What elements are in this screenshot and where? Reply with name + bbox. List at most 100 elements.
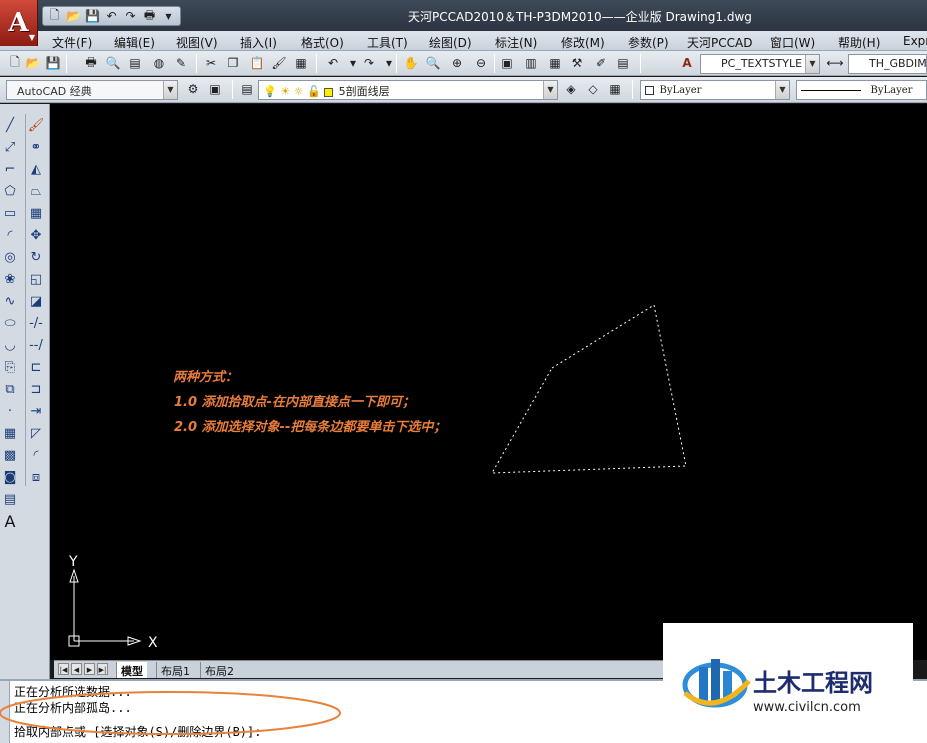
- workspace-settings-icon[interactable]: ⚙: [184, 80, 202, 98]
- app-menu-button[interactable]: A ▼: [0, 0, 38, 46]
- mirror-icon[interactable]: ◭: [26, 158, 46, 180]
- make-block-icon[interactable]: ⧉: [0, 378, 20, 400]
- stretch-icon[interactable]: ◪: [26, 290, 46, 312]
- sheet-set-icon[interactable]: ⚒: [568, 54, 586, 72]
- redo-icon[interactable]: ↷: [360, 54, 378, 72]
- menu-parametric[interactable]: 参数(P): [628, 34, 669, 51]
- menu-edit[interactable]: 编辑(E): [114, 34, 155, 51]
- dim-style-icon[interactable]: ⟷: [826, 54, 844, 72]
- chamfer-icon[interactable]: ◸: [26, 422, 46, 444]
- first-tab-icon[interactable]: |◀: [58, 663, 69, 675]
- menu-modify[interactable]: 修改(M): [561, 34, 605, 51]
- insert-block-icon[interactable]: ⎘: [0, 356, 20, 378]
- text-style-select[interactable]: PC_TEXTSTYLE ▼: [700, 54, 820, 74]
- array-icon[interactable]: ▦: [26, 202, 46, 224]
- prev-tab-icon[interactable]: ◀: [71, 663, 82, 675]
- linetype-select[interactable]: ByLayer: [796, 80, 927, 100]
- layer-properties-icon[interactable]: ▤: [238, 80, 256, 98]
- hatch-icon[interactable]: ▦: [0, 422, 20, 444]
- design-center-icon[interactable]: ▥: [522, 54, 540, 72]
- calculator-icon[interactable]: ▤: [614, 54, 632, 72]
- cut-icon[interactable]: ✂: [202, 54, 220, 72]
- menu-pccad[interactable]: 天河PCCAD: [687, 34, 752, 51]
- erase-icon[interactable]: 🖌: [26, 114, 46, 136]
- undo-icon[interactable]: ↶: [103, 8, 120, 24]
- dim-style-select[interactable]: TH_GBDIM: [848, 54, 927, 74]
- make-current-layer-icon[interactable]: ◈: [562, 80, 580, 98]
- zoom-previous-icon[interactable]: ⊖: [472, 54, 490, 72]
- copy-object-icon[interactable]: ⚭: [26, 136, 46, 158]
- menu-insert[interactable]: 插入(I): [240, 34, 277, 51]
- menu-express[interactable]: Expr: [903, 34, 927, 48]
- command-prompt[interactable]: 拾取内部点或 [选择对象(S)/删除边界(B)]:: [14, 723, 261, 740]
- rectangle-icon[interactable]: ▭: [0, 202, 20, 224]
- publish-icon[interactable]: ▤: [126, 54, 144, 72]
- redo-icon[interactable]: ↷: [122, 8, 139, 24]
- menu-help[interactable]: 帮助(H): [838, 34, 880, 51]
- block-editor-icon[interactable]: ▦: [292, 54, 310, 72]
- new-icon[interactable]: 🗋: [46, 8, 63, 24]
- undo-icon[interactable]: ↶: [324, 54, 342, 72]
- move-icon[interactable]: ✥: [26, 224, 46, 246]
- break-icon[interactable]: ⊐: [26, 378, 46, 400]
- break-at-point-icon[interactable]: ⊏: [26, 356, 46, 378]
- save-icon[interactable]: 💾: [44, 54, 62, 72]
- markup-icon[interactable]: ✐: [592, 54, 610, 72]
- menu-file[interactable]: 文件(F): [52, 34, 92, 51]
- tab-model[interactable]: 模型: [116, 662, 147, 678]
- circle-icon[interactable]: ◎: [0, 246, 20, 268]
- fillet-icon[interactable]: ◜: [26, 444, 46, 466]
- etransmit-icon[interactable]: ✎: [172, 54, 190, 72]
- paste-icon[interactable]: 📋: [248, 54, 266, 72]
- copy-icon[interactable]: ❐: [224, 54, 242, 72]
- revision-cloud-icon[interactable]: ❀: [0, 268, 20, 290]
- menu-draw[interactable]: 绘图(D): [429, 34, 472, 51]
- region-icon[interactable]: ◙: [0, 466, 20, 488]
- polygon-icon[interactable]: ⬠: [0, 180, 20, 202]
- color-select[interactable]: ByLayer ▼: [640, 80, 790, 100]
- multiline-text-icon[interactable]: A: [0, 510, 20, 532]
- selected-quadrilateral-boundary[interactable]: [491, 304, 687, 474]
- layer-select[interactable]: 💡 ☀ ☼ 🔓 5剖面线层 ▼: [258, 80, 558, 100]
- join-icon[interactable]: ⇥: [26, 400, 46, 422]
- my-workspace-icon[interactable]: ▣: [206, 80, 224, 98]
- tab-layout1[interactable]: 布局1: [156, 662, 194, 678]
- last-tab-icon[interactable]: ▶|: [97, 663, 108, 675]
- new-icon[interactable]: 🗋: [6, 54, 24, 72]
- ellipse-icon[interactable]: ⬭: [0, 312, 20, 334]
- scale-icon[interactable]: ◱: [26, 268, 46, 290]
- zoom-window-icon[interactable]: ⊕: [448, 54, 466, 72]
- match-properties-icon[interactable]: 🖌: [270, 54, 288, 72]
- 3d-dwf-icon[interactable]: ◍: [150, 54, 168, 72]
- print-preview-icon[interactable]: 🔍: [104, 54, 122, 72]
- open-icon[interactable]: 📂: [65, 8, 82, 24]
- menu-format[interactable]: 格式(O): [301, 34, 344, 51]
- rotate-icon[interactable]: ↻: [26, 246, 46, 268]
- menu-view[interactable]: 视图(V): [176, 34, 218, 51]
- spline-icon[interactable]: ∿: [0, 290, 20, 312]
- tool-palettes-icon[interactable]: ▦: [546, 54, 564, 72]
- tab-layout2[interactable]: 布局2: [200, 662, 238, 678]
- point-icon[interactable]: ·: [0, 400, 20, 422]
- layer-previous-icon[interactable]: ◇: [584, 80, 602, 98]
- explode-icon[interactable]: ⧈: [26, 466, 46, 488]
- save-icon[interactable]: 💾: [84, 8, 101, 24]
- print-icon[interactable]: 🖶: [82, 54, 100, 72]
- menu-window[interactable]: 窗口(W): [770, 34, 815, 51]
- offset-icon[interactable]: ⏢: [26, 180, 46, 202]
- layer-states-icon[interactable]: ▦: [606, 80, 624, 98]
- table-icon[interactable]: ▤: [0, 488, 20, 510]
- text-style-icon[interactable]: A: [678, 54, 696, 72]
- pan-icon[interactable]: ✋: [402, 54, 420, 72]
- gradient-icon[interactable]: ▩: [0, 444, 20, 466]
- open-icon[interactable]: 📂: [24, 54, 42, 72]
- line-icon[interactable]: ╱: [0, 114, 20, 136]
- zoom-realtime-icon[interactable]: 🔍: [424, 54, 442, 72]
- workspace-select[interactable]: AutoCAD 经典 ▼: [6, 80, 178, 100]
- trim-icon[interactable]: -/-: [26, 312, 46, 334]
- drawing-canvas[interactable]: Y X 两种方式： 1.0 添加拾取点-在内部直接点一下即可； 2.0 添加选择…: [54, 104, 927, 660]
- arc-icon[interactable]: ◜: [0, 224, 20, 246]
- next-tab-icon[interactable]: ▶: [84, 663, 95, 675]
- extend-icon[interactable]: --/: [26, 334, 46, 356]
- polyline-icon[interactable]: ⌐: [0, 158, 20, 180]
